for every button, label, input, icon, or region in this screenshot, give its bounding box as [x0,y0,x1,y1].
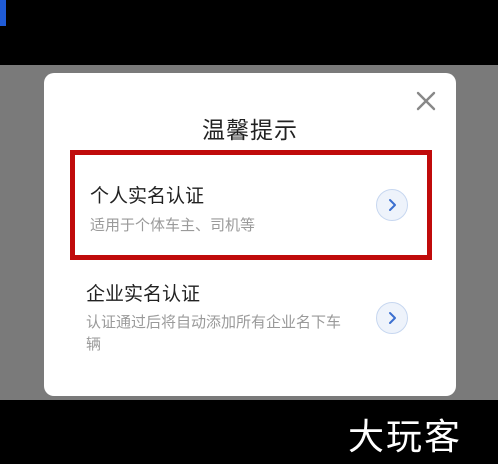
chevron-right-icon [389,312,396,324]
enterprise-auth-description: 认证通过后将自动添加所有企业名下车辆 [86,313,342,353]
enterprise-auth-option[interactable]: 企业实名认证 认证通过后将自动添加所有企业名下车辆 [70,269,430,379]
watermark: 大玩客 [348,417,463,458]
enterprise-auth-title: 企业实名认证 [86,283,201,305]
personal-auth-description: 适用于个体车主、司机等 [90,216,256,234]
dialog-title: 温馨提示 [202,118,298,144]
personal-auth-option[interactable]: 个人实名认证 适用于个体车主、司机等 [70,150,432,260]
close-button[interactable] [414,89,438,113]
real-name-auth-dialog: 温馨提示 个人实名认证 适用于个体车主、司机等 企业实名认证 认证通过后将自动添… [44,73,456,396]
top-accent [0,0,6,26]
enterprise-auth-arrow-button[interactable] [376,302,408,334]
personal-auth-title: 个人实名认证 [90,185,205,207]
personal-auth-arrow-button[interactable] [376,189,408,221]
close-icon [416,91,436,111]
chevron-right-icon [389,199,396,211]
